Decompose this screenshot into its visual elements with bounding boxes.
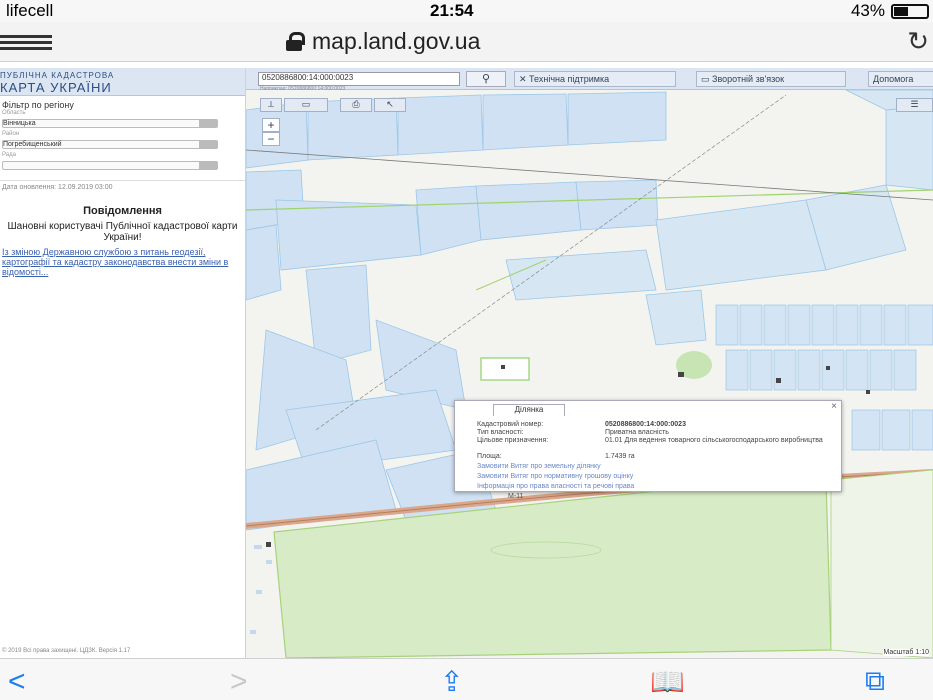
notice-link[interactable]: Із зміною Державною службою з питань гео… — [0, 247, 245, 277]
feedback-label: Зворотній зв'язок — [712, 74, 785, 84]
tabs-icon[interactable]: ⧉ — [865, 665, 885, 698]
popup-key: Кадастровий номер: — [477, 421, 544, 428]
update-date: Дата оновлення: 12.09.2019 03:00 — [2, 184, 113, 191]
menu-icon[interactable] — [0, 32, 52, 52]
support-button[interactable]: ✕ Технічна підтримка — [514, 71, 676, 87]
district-label: Район — [2, 131, 20, 137]
tool-measure-line[interactable]: ⟂ — [260, 98, 282, 112]
popup-key: Цільове призначення: — [477, 437, 549, 444]
popup-value: 1.7439 га — [605, 453, 635, 460]
tool-select[interactable]: ↖ — [374, 98, 406, 112]
reload-icon[interactable]: ↻ — [907, 26, 929, 57]
road-label: М-11 — [508, 493, 524, 500]
share-icon[interactable]: ⇪ — [440, 665, 463, 698]
popup-key: Тип власності: — [477, 429, 524, 436]
council-label: Рада — [2, 152, 16, 158]
map-canvas[interactable]: ⟂ ▭ ⎙ ↖ ☰ + − М-11 Масштаб 1:10 Ділянка … — [246, 90, 933, 658]
chevron-down-icon — [199, 162, 217, 169]
district-value: Погребищенський — [3, 141, 62, 148]
tool-print[interactable]: ⎙ — [340, 98, 372, 112]
popup-key: Площа: — [477, 453, 502, 460]
search-icon: ⚲ — [481, 73, 491, 85]
sidebar-panel: ПУБЛІЧНА КАДАСТРОВА КАРТА УКРАЇНИ Фільтр… — [0, 68, 246, 658]
map-layer — [246, 90, 933, 658]
tool-measure-area[interactable]: ▭ — [284, 98, 328, 112]
help-button[interactable]: Допомога — [868, 71, 933, 87]
lock-icon — [286, 32, 305, 51]
region-value: Вінницька — [3, 120, 36, 127]
popup-value: 0520886800:14:000:0023 — [605, 421, 686, 428]
popup-link-extract[interactable]: Замовити Витяг про земельну ділянку — [477, 463, 601, 470]
battery-percent: 43% — [850, 1, 885, 20]
bookmarks-icon[interactable]: 📖 — [650, 665, 685, 698]
popup-link-ownership[interactable]: Інформація про права власності та речові… — [477, 483, 634, 490]
popup-link-valuation[interactable]: Замовити Витяг про нормативну грошову оц… — [477, 473, 633, 480]
popup-row: Кадастровий номер: 0520886800:14:000:0023 — [477, 421, 686, 428]
notice-body: Шановні користувачі Публічної кадастрово… — [7, 221, 238, 243]
popup-row: Тип власності: Приватна власність — [477, 429, 669, 436]
help-label: Допомога — [873, 74, 914, 84]
chevron-down-icon — [199, 120, 217, 127]
filter-label: Фільтр по регіону — [2, 100, 74, 110]
status-bar: lifecell 21:54 43% — [0, 0, 933, 22]
popup-row: Цільове призначення: 01.01 Для ведення то… — [477, 437, 837, 444]
region-select[interactable]: Вінницька — [2, 119, 218, 128]
popup-value: Приватна власність — [605, 429, 669, 436]
chevron-down-icon — [199, 141, 217, 148]
sidebar-header: ПУБЛІЧНА КАДАСТРОВА КАРТА УКРАЇНИ — [0, 68, 245, 96]
tool-layers[interactable]: ☰ — [896, 98, 933, 112]
cadastral-search-input[interactable]: 0520886800:14:000:0023 — [258, 72, 460, 86]
url-text[interactable]: map.land.gov.ua — [312, 28, 480, 55]
search-button[interactable]: ⚲ — [466, 71, 506, 87]
back-icon[interactable]: < — [8, 665, 26, 699]
zoom-out-button[interactable]: − — [262, 132, 280, 146]
close-icon[interactable]: × — [831, 401, 837, 412]
support-label: Технічна підтримка — [529, 74, 610, 84]
map-header: 0520886800:14:000:0023 Наприклад: 052088… — [246, 68, 933, 92]
carrier-label: lifecell — [6, 1, 54, 20]
browser-toolbar: < > ⇪ 📖 ⧉ — [0, 658, 933, 700]
popup-tab-parcel[interactable]: Ділянка — [493, 404, 565, 416]
region-label: Область — [2, 110, 26, 116]
battery-icon — [891, 4, 929, 19]
footer-copyright: © 2019 Всі права захищені. ЦДЗК. Версія … — [2, 648, 131, 654]
header-title-small: ПУБЛІЧНА КАДАСТРОВА — [0, 71, 115, 80]
council-select[interactable] — [2, 161, 218, 170]
zoom-in-button[interactable]: + — [262, 118, 280, 132]
parcel-info-popup: Ділянка × Кадастровий номер: 0520886800:1… — [454, 400, 842, 492]
address-bar: map.land.gov.ua ↻ — [0, 22, 933, 62]
district-select[interactable]: Погребищенський — [2, 140, 218, 149]
scale-label: Масштаб 1:10 — [883, 649, 929, 656]
clock: 21:54 — [430, 1, 474, 20]
header-title-large: КАРТА УКРАЇНИ — [0, 80, 112, 95]
popup-value: 01.01 Для ведення товарного сільськогосп… — [605, 437, 823, 444]
notice-title: Повідомлення — [83, 205, 162, 217]
popup-row: Площа: 1.7439 га — [477, 453, 635, 460]
notice-block: Повідомлення Шановні користувачі Публічн… — [0, 205, 245, 277]
feedback-button[interactable]: ▭ Зворотній зв'язок — [696, 71, 846, 87]
forward-icon[interactable]: > — [230, 665, 248, 699]
